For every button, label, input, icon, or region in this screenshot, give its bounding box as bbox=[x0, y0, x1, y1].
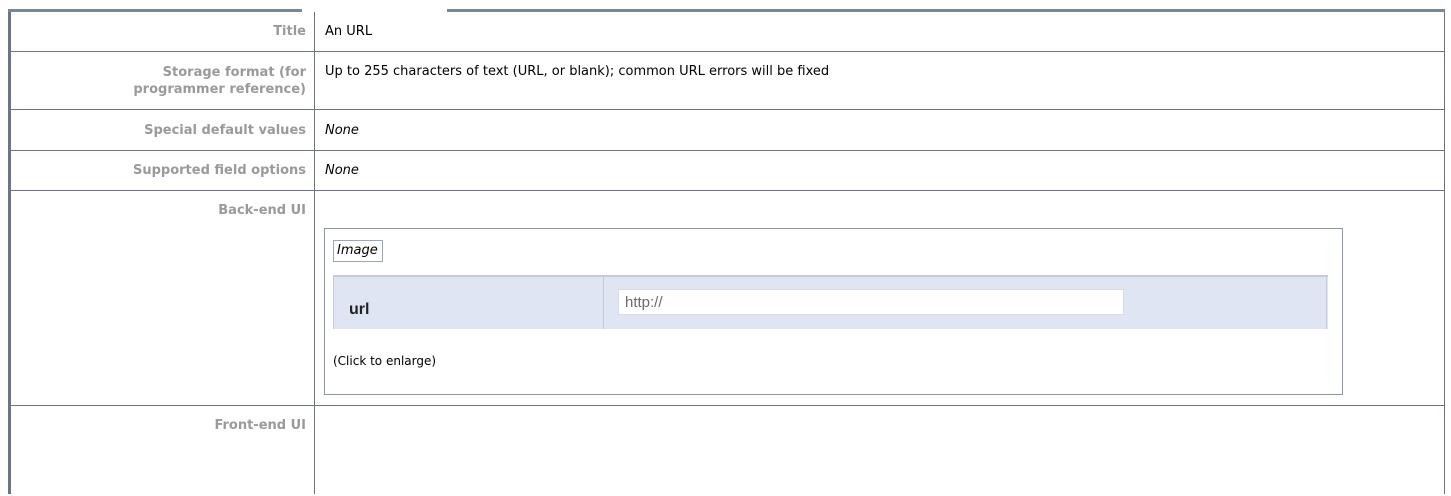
field-doc-page: Title An URL Storage format (for program… bbox=[0, 0, 1451, 496]
row-field-options: Supported field options None bbox=[11, 151, 1444, 191]
click-to-enlarge-caption[interactable]: (Click to enlarge) bbox=[333, 354, 436, 368]
backend-ui-screenshot-thumbnail[interactable]: url bbox=[333, 275, 1328, 333]
row-storage-format: Storage format (for programmer reference… bbox=[11, 52, 1444, 110]
preview-divider-middle bbox=[603, 277, 604, 333]
backend-ui-label: Back-end UI bbox=[11, 191, 315, 405]
preview-divider-right bbox=[1326, 277, 1327, 333]
row-title: Title An URL bbox=[11, 12, 1444, 52]
url-input[interactable] bbox=[618, 289, 1124, 315]
frontend-ui-label: Front-end UI bbox=[11, 406, 315, 494]
row-default-values: Special default values None bbox=[11, 110, 1444, 151]
title-label: Title bbox=[11, 12, 315, 51]
row-frontend-ui: Front-end UI bbox=[11, 406, 1444, 494]
storage-format-label-line1: Storage format (for bbox=[162, 65, 306, 80]
default-values-value: None bbox=[325, 123, 359, 138]
frontend-ui-value bbox=[315, 406, 1444, 494]
backend-ui-image-box: Image url (Click to enlarge) bbox=[324, 228, 1343, 395]
url-field-label: url bbox=[349, 301, 370, 318]
preview-bottom-band bbox=[333, 329, 1328, 333]
storage-format-label: Storage format (for programmer reference… bbox=[11, 52, 315, 109]
field-options-label: Supported field options bbox=[11, 151, 315, 190]
field-options-value: None bbox=[325, 163, 359, 178]
storage-format-value: Up to 255 characters of text (URL, or bl… bbox=[325, 64, 830, 79]
title-value: An URL bbox=[325, 24, 373, 39]
preview-divider-left bbox=[333, 277, 334, 333]
storage-format-label-line2: programmer reference) bbox=[133, 82, 306, 97]
default-values-label: Special default values bbox=[11, 110, 315, 150]
image-toggle-link[interactable]: Image bbox=[333, 240, 383, 262]
